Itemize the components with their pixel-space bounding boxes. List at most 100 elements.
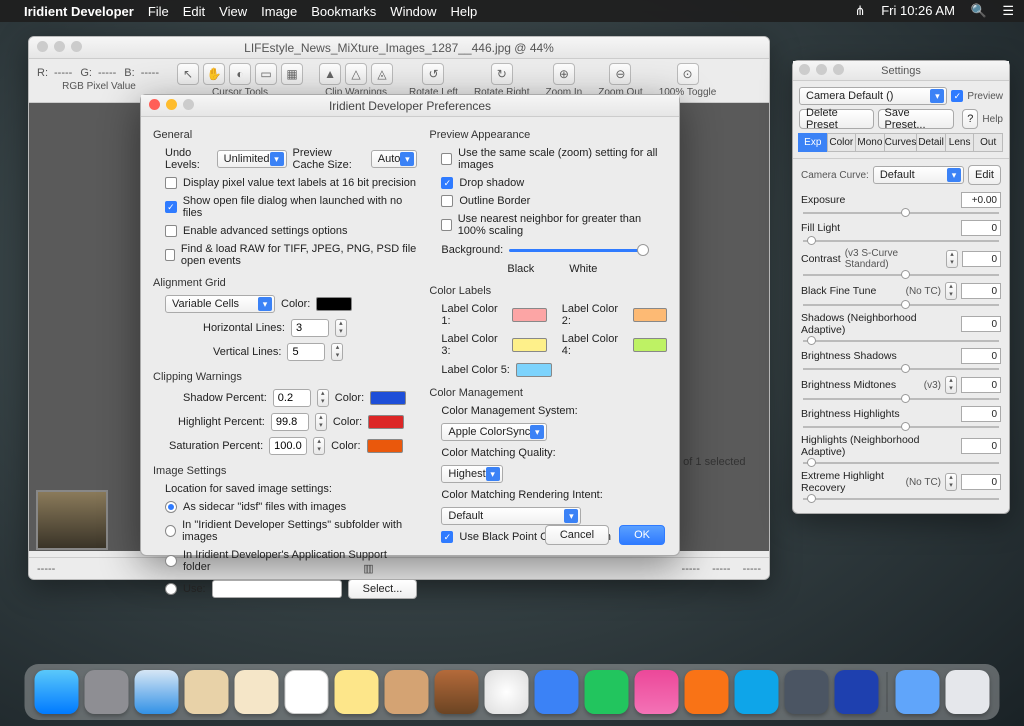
setting-stepper[interactable]: ▴▾ [945,473,957,491]
clip-shadow-icon[interactable]: ▲ [319,63,341,85]
ok-button[interactable]: OK [619,525,665,545]
tab-lens[interactable]: Lens [945,133,975,152]
spotlight-icon[interactable]: 🔍 [971,3,987,18]
outline-border-checkbox[interactable] [441,195,453,207]
tab-out[interactable]: Out [973,133,1003,152]
dock-facetime-icon[interactable] [585,670,629,714]
setting-value[interactable]: 0 [962,251,1001,267]
opt-findraw-checkbox[interactable] [165,249,175,261]
saturation-pct-input[interactable] [269,437,307,455]
zoom-out-icon[interactable]: ⊖ [609,63,631,85]
vlines-stepper[interactable]: ▴▾ [331,343,343,361]
label1-swatch[interactable] [512,308,546,322]
zoom-100-icon[interactable]: ⊙ [677,63,699,85]
main-titlebar[interactable]: LIFEstyle_News_MiXture_Images_1287__446.… [29,37,769,59]
zoom-in-icon[interactable]: ⊕ [553,63,575,85]
camera-curve-select[interactable]: Default [873,166,964,184]
setting-value[interactable]: 0 [961,283,1001,299]
saturation-color-swatch[interactable] [367,439,403,453]
menu-image[interactable]: Image [261,4,297,19]
dock-appstore-icon[interactable] [735,670,779,714]
menu-file[interactable]: File [148,4,169,19]
setting-stepper[interactable]: ▴▾ [945,376,957,394]
menu-edit[interactable]: Edit [183,4,205,19]
prefs-traffic[interactable] [149,99,194,110]
cursor-eyedrop-icon[interactable]: ◐ [229,63,251,85]
menu-bookmarks[interactable]: Bookmarks [311,4,376,19]
quality-select[interactable]: Highest [441,465,502,483]
dock-sysprefs-icon[interactable] [785,670,829,714]
cursor-arrow-icon[interactable]: ↖ [177,63,199,85]
setting-slider[interactable] [803,364,999,374]
cancel-button[interactable]: Cancel [545,525,609,545]
menu-view[interactable]: View [219,4,247,19]
setting-slider[interactable] [803,336,999,346]
thumbnail[interactable] [36,490,108,550]
highlight-color-swatch[interactable] [368,415,404,429]
wifi-icon[interactable]: ⋔ [855,3,866,18]
loc-sidecar-radio[interactable] [165,501,177,513]
setting-value[interactable]: 0 [961,377,1001,393]
help-icon[interactable]: ? [962,109,978,129]
dock-messages-icon[interactable] [535,670,579,714]
dock-reminders-icon[interactable] [385,670,429,714]
dock-mail-icon[interactable] [185,670,229,714]
setting-value[interactable]: 0 [961,474,1001,490]
loc-custom-radio[interactable] [165,583,177,595]
tab-color[interactable]: Color [827,133,857,152]
setting-slider[interactable] [803,394,999,404]
grid-type-select[interactable]: Variable Cells [165,295,275,313]
tab-mono[interactable]: Mono [855,133,885,152]
preset-select[interactable]: Camera Default () [799,87,947,105]
save-preset-button[interactable]: Save Preset... [878,109,955,129]
rotate-right-icon[interactable]: ↻ [491,63,513,85]
vlines-input[interactable] [287,343,325,361]
background-slider[interactable] [509,243,649,257]
cursor-grid-icon[interactable]: ▦ [281,63,303,85]
setting-value[interactable]: 0 [961,438,1001,454]
setting-slider[interactable] [803,208,999,218]
edit-curve-button[interactable]: Edit [968,165,1001,185]
drop-shadow-checkbox[interactable]: ✓ [441,177,453,189]
cursor-hand-icon[interactable]: ✋ [203,63,225,85]
dock-maps-icon[interactable] [435,670,479,714]
tab-curves[interactable]: Curves [884,133,918,152]
dock-calendar-icon[interactable] [285,670,329,714]
same-scale-checkbox[interactable] [441,153,452,165]
undo-levels-select[interactable]: Unlimited [217,150,287,168]
dock-downloads-icon[interactable] [896,670,940,714]
select-folder-button[interactable]: Select... [348,579,418,599]
dock-launchpad-icon[interactable] [85,670,129,714]
clock[interactable]: Fri 10:26 AM [881,3,955,18]
loc-custom-input[interactable] [212,580,342,598]
clip-sat-icon[interactable]: ◬ [371,63,393,85]
dock-itunes-icon[interactable] [635,670,679,714]
setting-slider[interactable] [803,300,999,310]
tab-detail[interactable]: Detail [916,133,946,152]
dock-notes-icon[interactable] [335,670,379,714]
cache-size-select[interactable]: Auto [371,150,418,168]
setting-slider[interactable] [803,458,999,468]
shadow-pct-input[interactable] [273,389,311,407]
setting-value[interactable]: 0 [961,316,1001,332]
rotate-left-icon[interactable]: ↺ [422,63,444,85]
notification-icon[interactable]: ☰ [1002,3,1014,18]
setting-value[interactable]: 0 [961,406,1001,422]
setting-value[interactable]: +0.00 [961,192,1001,208]
setting-slider[interactable] [803,270,999,280]
nearest-neighbor-checkbox[interactable] [441,219,451,231]
setting-stepper[interactable]: ▴▾ [945,282,957,300]
shadow-color-swatch[interactable] [370,391,406,405]
opt-16bit-checkbox[interactable] [165,177,177,189]
setting-slider[interactable] [803,422,999,432]
highlight-pct-input[interactable] [271,413,309,431]
dock-trash-icon[interactable] [946,670,990,714]
cms-select[interactable]: Apple ColorSync [441,423,547,441]
dock-safari-icon[interactable] [135,670,179,714]
loc-subfolder-radio[interactable] [165,525,176,537]
setting-stepper[interactable]: ▴▾ [946,250,958,268]
intent-select[interactable]: Default [441,507,581,525]
bpc-checkbox[interactable]: ✓ [441,531,453,543]
clip-highlight-icon[interactable]: △ [345,63,367,85]
preview-checkbox[interactable]: ✓ [951,90,963,102]
